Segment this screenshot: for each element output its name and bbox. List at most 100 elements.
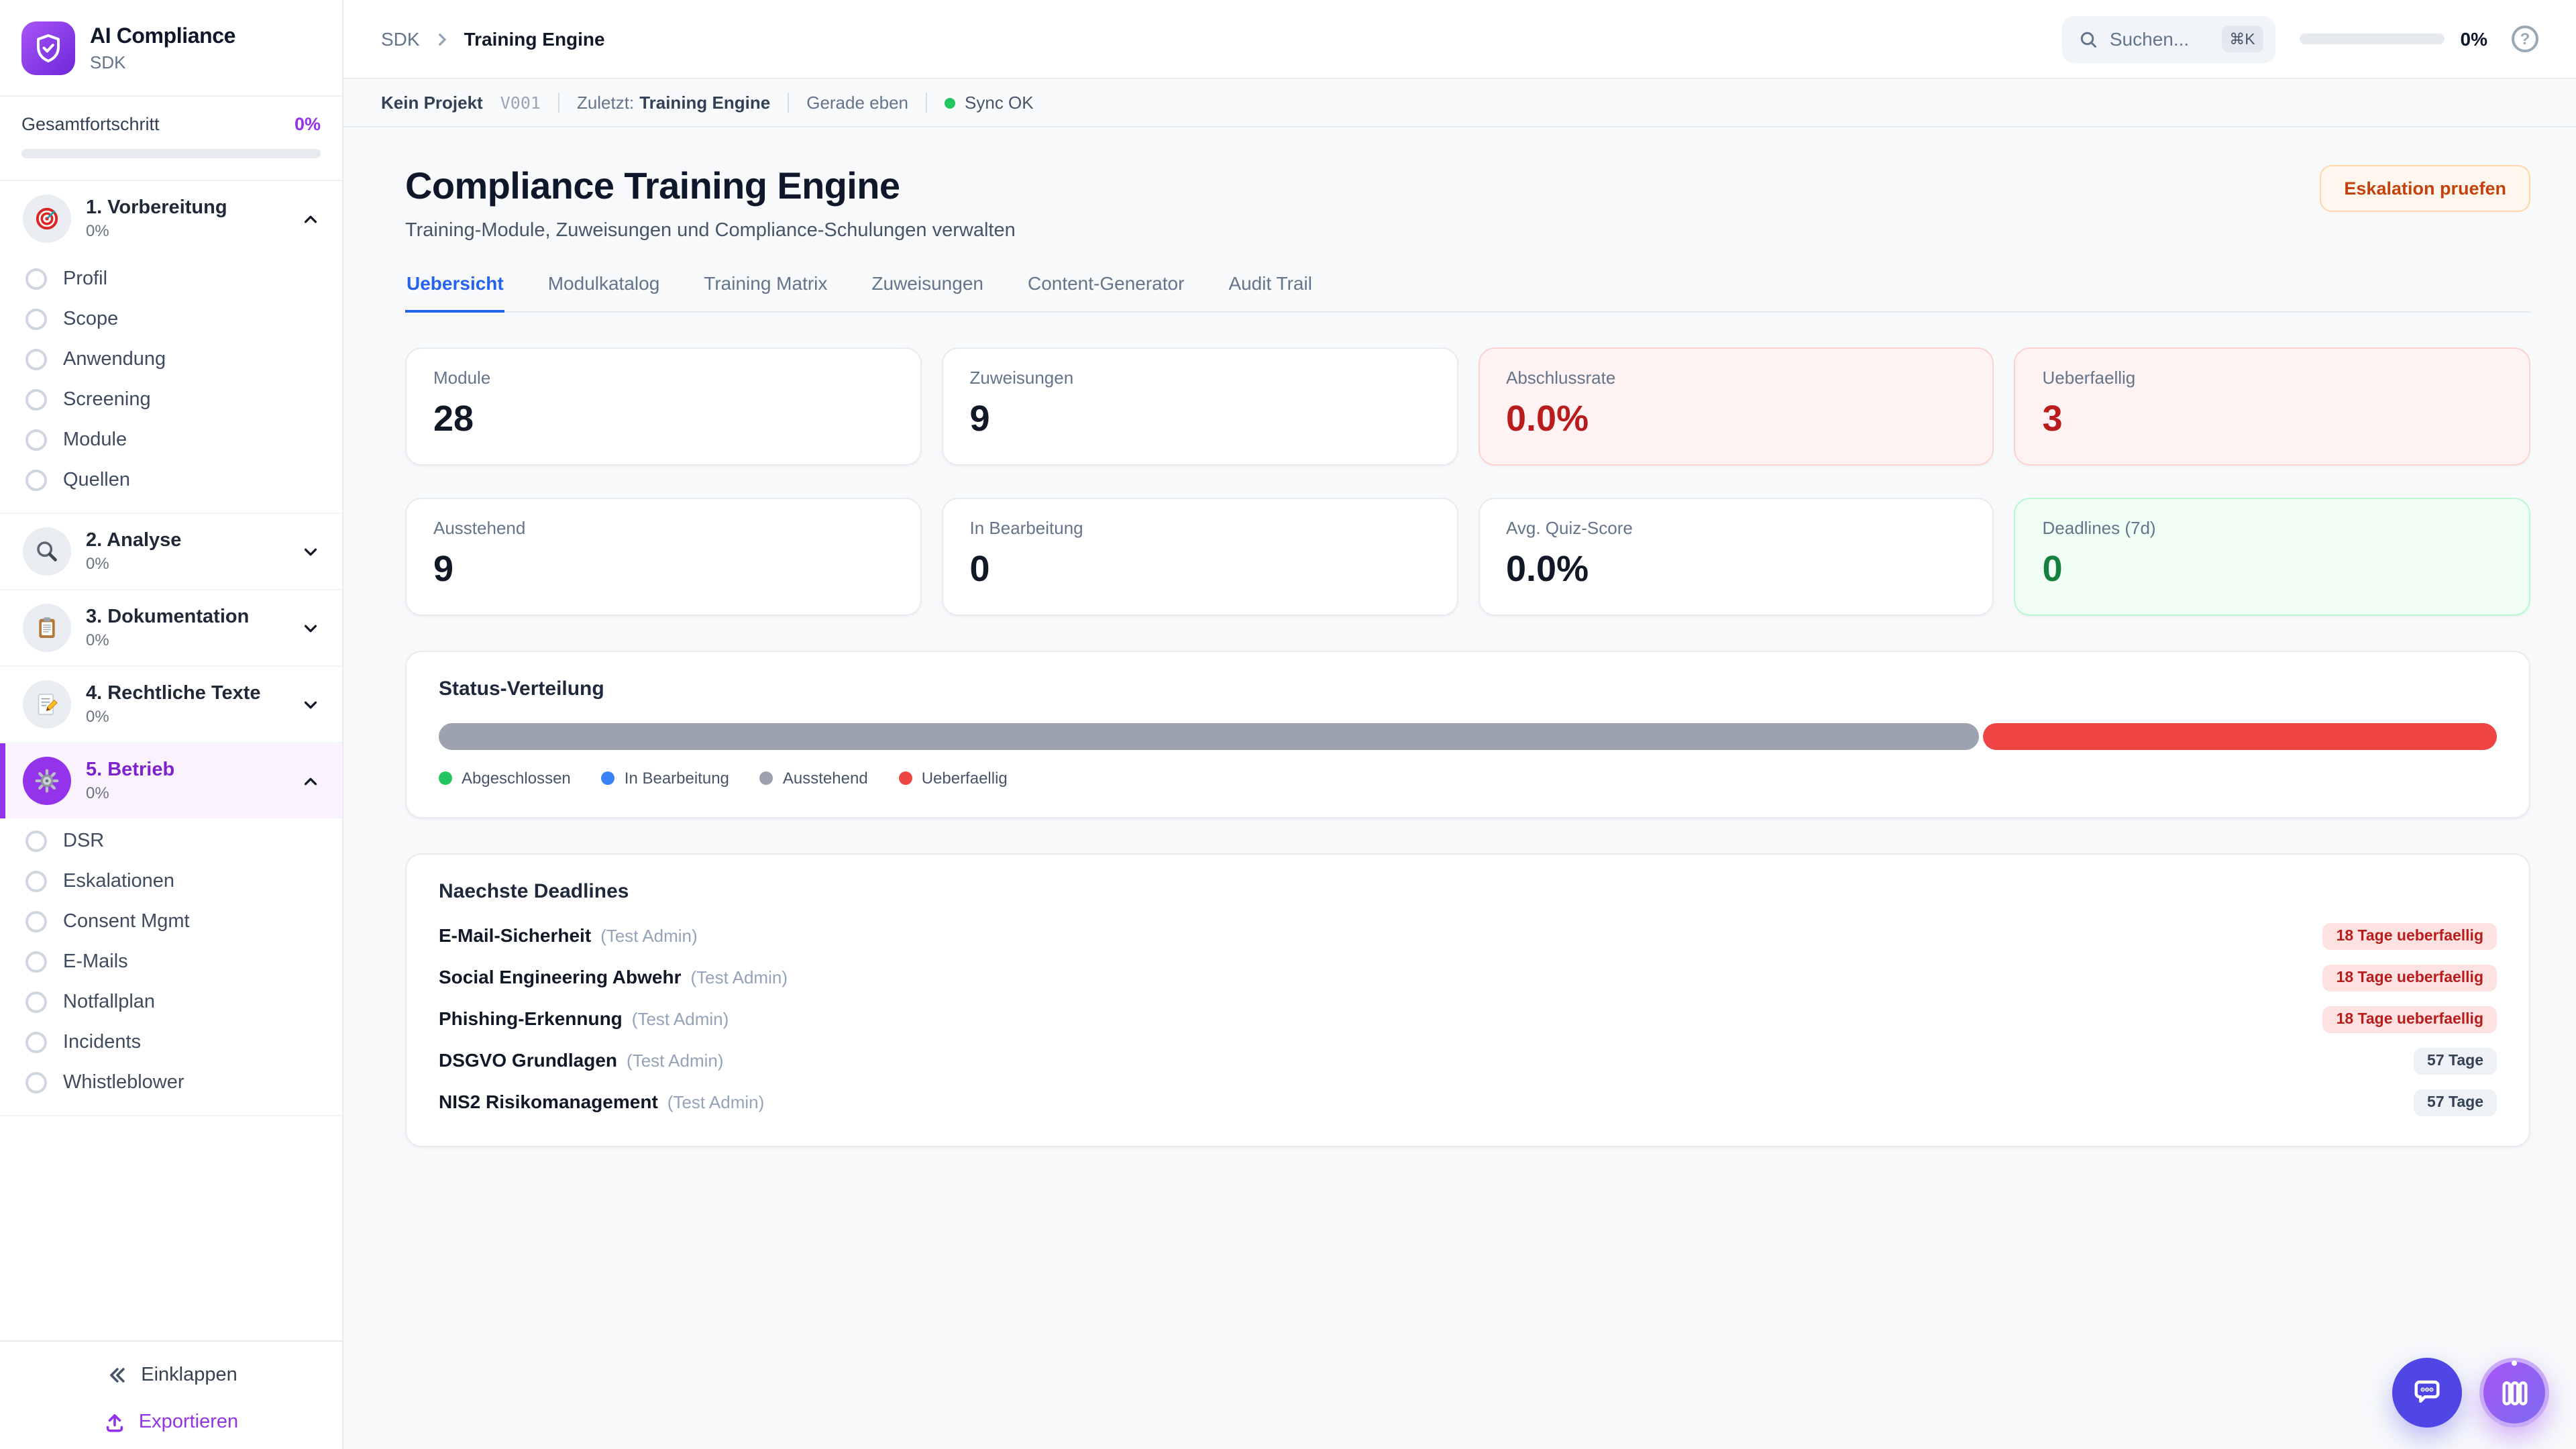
page-title: Compliance Training Engine	[405, 165, 1016, 208]
section-header-5-betrieb[interactable]: 5. Betrieb0%	[0, 743, 342, 818]
chat-fab-button[interactable]	[2392, 1358, 2462, 1428]
tab-uebersicht[interactable]: Uebersicht	[405, 272, 505, 313]
sidebar-item-screening[interactable]: Screening	[0, 380, 342, 420]
sidebar-item-label: Anwendung	[63, 349, 166, 370]
status-circle-icon	[25, 991, 47, 1013]
breadcrumb-current[interactable]: Training Engine	[464, 28, 605, 50]
tab-zuweisungen[interactable]: Zuweisungen	[870, 272, 985, 311]
stat-label: In Bearbeitung	[970, 518, 1430, 538]
app-subtitle: SDK	[90, 52, 235, 72]
deadline-row: E-Mail-Sicherheit(Test Admin)18 Tage ueb…	[439, 923, 2497, 950]
tab-training-matrix[interactable]: Training Matrix	[702, 272, 828, 311]
app-title: AI Compliance	[90, 25, 235, 49]
sidebar-item-profil[interactable]: Profil	[0, 259, 342, 299]
last-module: Zuletzt:Training Engine	[577, 93, 770, 113]
sidebar-item-dsr[interactable]: DSR	[0, 821, 342, 861]
sidebar-item-whistleblower[interactable]: Whistleblower	[0, 1063, 342, 1103]
chevron-up-icon	[301, 209, 321, 229]
deadline-module-name: DSGVO Grundlagen	[439, 1049, 617, 1071]
tab-modulkatalog[interactable]: Modulkatalog	[547, 272, 661, 311]
divider	[926, 93, 927, 113]
chevron-down-icon	[301, 618, 321, 638]
section-header-4-rechtliche-texte[interactable]: 4. Rechtliche Texte0%	[0, 667, 342, 742]
section-progress: 0%	[86, 784, 286, 802]
section-progress: 0%	[86, 554, 286, 573]
collapse-sidebar-button[interactable]: Einklappen	[21, 1363, 321, 1387]
sidebar-item-scope[interactable]: Scope	[0, 299, 342, 339]
export-button[interactable]: Exportieren	[21, 1410, 321, 1433]
deadline-row: NIS2 Risikomanagement(Test Admin)57 Tage	[439, 1089, 2497, 1116]
overall-progress-bar	[21, 149, 321, 158]
app-window: AI Compliance SDK Gesamtfortschritt 0% 1…	[0, 0, 2576, 1449]
stat-card-abschlussrate: Abschlussrate0.0%	[1478, 347, 1994, 466]
chevron-up-icon	[301, 771, 321, 791]
stat-label: Ueberfaellig	[2043, 368, 2503, 388]
export-label: Exportieren	[139, 1411, 238, 1432]
check-escalation-button[interactable]: Eskalation pruefen	[2320, 165, 2530, 212]
legend-item-abgeschlossen: Abgeschlossen	[439, 769, 571, 788]
stat-label: Zuweisungen	[970, 368, 1430, 388]
stat-card-ausstehend: Ausstehend9	[405, 498, 922, 616]
help-icon[interactable]: ?	[2512, 25, 2538, 52]
status-distribution-bar	[439, 723, 2497, 750]
sidebar-item-quellen[interactable]: Quellen	[0, 460, 342, 500]
section-progress: 0%	[86, 221, 286, 240]
sidebar-item-eskalationen[interactable]: Eskalationen	[0, 861, 342, 902]
section-titles: 1. Vorbereitung 0%	[86, 197, 286, 240]
legend-label: In Bearbeitung	[625, 769, 729, 788]
section-title: 1. Vorbereitung	[86, 197, 286, 219]
clipboard-icon	[23, 604, 71, 652]
sidebar-item-anwendung[interactable]: Anwendung	[0, 339, 342, 380]
sidebar-item-e-mails[interactable]: E-Mails	[0, 942, 342, 982]
legend-item-ausstehend: Ausstehend	[760, 769, 868, 788]
stat-card-avg-quiz-score: Avg. Quiz-Score0.0%	[1478, 498, 1994, 616]
bar-segment-ueberfaellig	[1984, 723, 2498, 750]
sidebar-item-label: Eskalationen	[63, 871, 174, 892]
chevron-down-icon	[301, 694, 321, 714]
header-progress-bar	[2300, 34, 2445, 44]
search-input[interactable]: Suchen... ⌘K	[2063, 15, 2275, 62]
status-distribution-card: Status-Verteilung AbgeschlossenIn Bearbe…	[405, 651, 2530, 818]
sidebar-item-module[interactable]: Module	[0, 420, 342, 460]
breadcrumb-sdk[interactable]: SDK	[381, 28, 420, 50]
sidebar-item-label: Scope	[63, 309, 118, 330]
sidebar-item-incidents[interactable]: Incidents	[0, 1022, 342, 1063]
last-value: Training Engine	[639, 93, 770, 113]
deadline-badge: 18 Tage ueberfaellig	[2323, 923, 2497, 950]
section-title: 2. Analyse	[86, 530, 286, 551]
sidebar-item-consent-mgmt[interactable]: Consent Mgmt	[0, 902, 342, 942]
tab-audit-trail[interactable]: Audit Trail	[1227, 272, 1313, 311]
sidebar-item-label: E-Mails	[63, 951, 128, 973]
tab-content-generator[interactable]: Content-Generator	[1026, 272, 1185, 311]
section-header-2-analyse[interactable]: 2. Analyse 0%	[0, 514, 342, 589]
sidebar: AI Compliance SDK Gesamtfortschritt 0% 1…	[0, 0, 343, 1449]
stat-label: Ausstehend	[433, 518, 894, 538]
app-logo-row: AI Compliance SDK	[0, 0, 342, 97]
deadline-assignee: (Test Admin)	[600, 926, 698, 946]
last-label: Zuletzt:	[577, 93, 634, 113]
page-subtitle: Training-Module, Zuweisungen und Complia…	[405, 220, 1016, 241]
stat-value: 28	[433, 398, 894, 440]
stat-value: 0	[970, 549, 1430, 590]
sidebar-nav: 1. Vorbereitung 0% Profil Scope Anwendung Scr…	[0, 181, 342, 1340]
section-title: 4. Rechtliche Texte	[86, 683, 286, 704]
deadlines-title: Naechste Deadlines	[439, 880, 2497, 903]
section-header-1-vorbereitung[interactable]: 1. Vorbereitung 0%	[0, 181, 342, 256]
magnifier-icon	[23, 527, 71, 576]
columns-fab-button[interactable]	[2479, 1358, 2549, 1428]
section-items: DSR Eskalationen Consent Mgmt E-Mails Notfal…	[0, 818, 342, 1115]
chevron-down-icon	[301, 541, 321, 561]
upload-icon	[104, 1410, 127, 1433]
topbar-controls: Suchen... ⌘K 0% ?	[2063, 15, 2538, 62]
main-column: SDK Training Engine Suchen... ⌘K 0% ?	[343, 0, 2576, 1449]
tab-bar: Uebersicht Modulkatalog Training Matrix Zuw…	[405, 272, 2530, 313]
status-circle-icon	[25, 349, 47, 370]
search-icon	[2079, 29, 2099, 49]
sidebar-item-notfallplan[interactable]: Notfallplan	[0, 982, 342, 1022]
deadline-info: Social Engineering Abwehr(Test Admin)	[439, 966, 788, 990]
section-header-3-dokumentation[interactable]: 3. Dokumentation0%	[0, 590, 342, 665]
status-circle-icon	[25, 429, 47, 451]
stat-card-ueberfaellig: Ueberfaellig3	[2015, 347, 2531, 466]
stat-card-zuweisungen: Zuweisungen9	[942, 347, 1458, 466]
stats-grid: Module28Zuweisungen9Abschlussrate0.0%Ueb…	[405, 347, 2530, 616]
